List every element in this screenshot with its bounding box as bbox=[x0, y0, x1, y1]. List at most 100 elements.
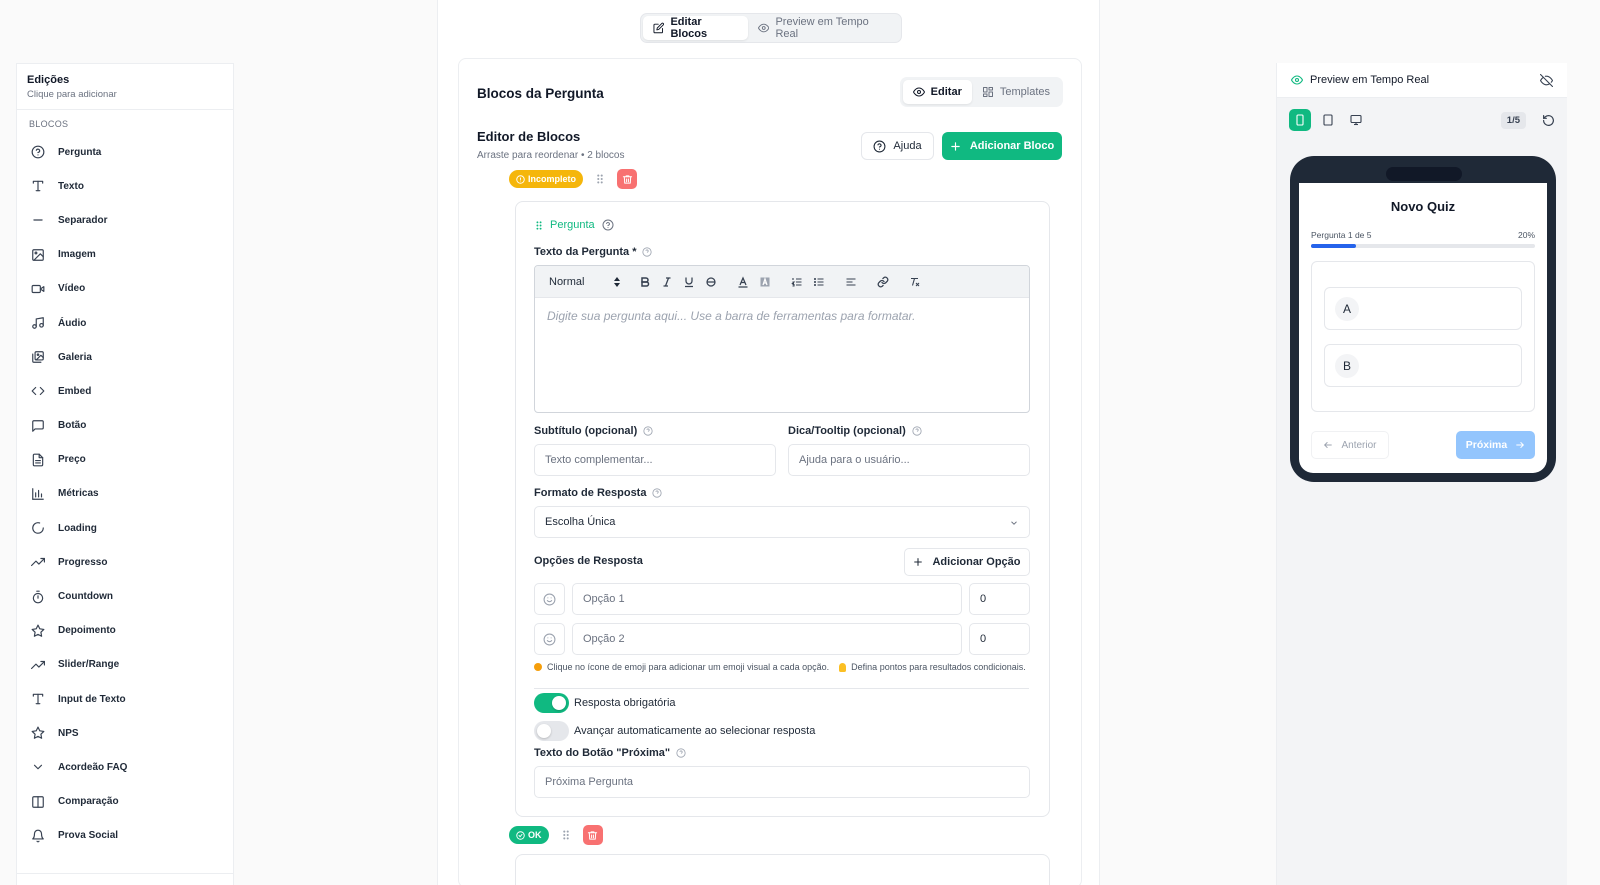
align-button[interactable] bbox=[841, 272, 861, 292]
sidebar-item-depoimento[interactable]: Depoimento bbox=[17, 614, 233, 648]
question-text-editor[interactable]: Digite sua pergunta aqui... Use a barra … bbox=[535, 298, 1029, 334]
option-text-input[interactable]: Opção 2 bbox=[572, 623, 962, 655]
help-circle-icon[interactable] bbox=[602, 219, 614, 231]
sidebar-item-pergunta[interactable]: Pergunta bbox=[17, 135, 233, 169]
subtitle-input[interactable]: Texto complementar... bbox=[534, 444, 776, 476]
link-button[interactable] bbox=[873, 272, 893, 292]
tablet-view-button[interactable] bbox=[1317, 109, 1339, 131]
option-points-input[interactable]: 0 bbox=[969, 583, 1030, 615]
next-button[interactable]: Próxima bbox=[1456, 431, 1535, 459]
sidebar-item-embed[interactable]: Embed bbox=[17, 374, 233, 408]
ordered-list-button[interactable] bbox=[787, 272, 807, 292]
next-button-text-input[interactable]: Próxima Pergunta bbox=[534, 766, 1030, 798]
tab-live-preview[interactable]: Preview em Tempo Real bbox=[748, 16, 899, 40]
sidebar-item-botão[interactable]: Botão bbox=[17, 409, 233, 443]
sidebar-block-list: Pergunta Texto Separador Imagem Vídeo Áudio Ga… bbox=[17, 135, 233, 853]
help-button[interactable]: Ajuda bbox=[861, 132, 934, 160]
eye-icon bbox=[1291, 75, 1303, 85]
bold-button[interactable] bbox=[635, 272, 655, 292]
help-circle-icon bbox=[873, 140, 886, 152]
sidebar-item-input-de-texto[interactable]: Input de Texto bbox=[17, 682, 233, 716]
sidebar-item-countdown[interactable]: Countdown bbox=[17, 579, 233, 613]
mobile-view-button[interactable] bbox=[1289, 109, 1311, 131]
previous-button[interactable]: Anterior bbox=[1311, 431, 1389, 459]
answer-option[interactable]: A bbox=[1324, 287, 1522, 330]
sidebar-item-comparação[interactable]: Comparação bbox=[17, 785, 233, 819]
status-badge-label: OK bbox=[528, 830, 542, 840]
question-blocks-panel: Blocos da Pergunta Editar Templates Edit… bbox=[458, 58, 1082, 885]
clear-format-icon bbox=[911, 277, 920, 286]
tab-edit[interactable]: Editar bbox=[902, 80, 972, 104]
sidebar-item-galeria[interactable]: Galeria bbox=[17, 340, 233, 374]
sidebar-item-acordeão-faq[interactable]: Acordeão FAQ bbox=[17, 750, 233, 784]
add-block-button[interactable]: Adicionar Bloco bbox=[942, 132, 1062, 160]
format-select[interactable]: Normal bbox=[549, 276, 621, 288]
trending-up-icon bbox=[31, 660, 45, 669]
required-toggle[interactable] bbox=[534, 693, 569, 713]
eye-off-icon[interactable] bbox=[1540, 73, 1553, 87]
option-letter: B bbox=[1335, 353, 1359, 378]
sidebar-item-vídeo[interactable]: Vídeo bbox=[17, 272, 233, 306]
sidebar-item-slider-range[interactable]: Slider/Range bbox=[17, 648, 233, 682]
sidebar-item-áudio[interactable]: Áudio bbox=[17, 306, 233, 340]
delete-block-button[interactable] bbox=[582, 825, 603, 845]
clear-format-button[interactable] bbox=[905, 272, 925, 292]
tooltip-input[interactable]: Ajuda para o usuário... bbox=[788, 444, 1030, 476]
sidebar-item-métricas[interactable]: Métricas bbox=[17, 477, 233, 511]
preview-header: Preview em Tempo Real bbox=[1277, 63, 1567, 98]
italic-button[interactable] bbox=[657, 272, 677, 292]
add-option-button[interactable]: Adicionar Opção bbox=[904, 548, 1030, 576]
sidebar-item-loading[interactable]: Loading bbox=[17, 511, 233, 545]
tab-edit-blocks[interactable]: Editar Blocos bbox=[643, 16, 748, 40]
eye-icon bbox=[758, 23, 770, 33]
sidebar-next-section bbox=[17, 873, 233, 885]
desktop-view-button[interactable] bbox=[1345, 109, 1367, 131]
mode-toggle: Editar Blocos Preview em Tempo Real bbox=[640, 13, 902, 43]
auto-advance-toggle[interactable] bbox=[534, 721, 569, 741]
sidebar-item-label: Galeria bbox=[58, 351, 92, 363]
help-circle-icon[interactable] bbox=[912, 426, 922, 436]
option-text-input[interactable]: Opção 1 bbox=[572, 583, 962, 615]
sidebar-item-texto[interactable]: Texto bbox=[17, 169, 233, 203]
drag-handle[interactable] bbox=[591, 170, 609, 188]
answer-option[interactable]: B bbox=[1324, 344, 1522, 387]
help-circle-icon[interactable] bbox=[676, 748, 686, 758]
text-color-button[interactable] bbox=[733, 272, 753, 292]
tab-templates[interactable]: Templates bbox=[972, 80, 1060, 104]
refresh-icon[interactable] bbox=[1542, 114, 1555, 127]
bullet-list-button[interactable] bbox=[809, 272, 829, 292]
sidebar-item-nps[interactable]: NPS bbox=[17, 716, 233, 750]
sidebar-item-label: Pergunta bbox=[58, 146, 102, 158]
sidebar-item-preço[interactable]: Preço bbox=[17, 443, 233, 477]
bg-color-button[interactable] bbox=[755, 272, 775, 292]
sidebar-subtitle: Clique para adicionar bbox=[27, 89, 117, 100]
emoji-picker-button[interactable] bbox=[534, 583, 565, 615]
sidebar-item-prova-social[interactable]: Prova Social bbox=[17, 819, 233, 853]
grip-icon bbox=[536, 220, 542, 230]
help-circle-icon[interactable] bbox=[642, 247, 653, 257]
status-badge-label: Incompleto bbox=[528, 174, 577, 184]
layout-icon bbox=[982, 87, 993, 97]
answer-format-select[interactable]: Escolha Única bbox=[534, 506, 1030, 538]
preview-title: Preview em Tempo Real bbox=[1310, 74, 1430, 86]
delete-block-button[interactable] bbox=[617, 169, 638, 189]
next-button-text-label: Texto do Botão "Próxima" bbox=[534, 747, 686, 759]
help-circle-icon[interactable] bbox=[643, 426, 653, 436]
bold-icon bbox=[641, 276, 650, 287]
sidebar-item-separador[interactable]: Separador bbox=[17, 203, 233, 237]
sidebar-item-label: Áudio bbox=[58, 317, 87, 329]
option-points-input[interactable]: 0 bbox=[969, 623, 1030, 655]
block-type-label: Pergunta bbox=[550, 219, 595, 231]
option-letter: A bbox=[1335, 296, 1359, 321]
drag-handle[interactable] bbox=[557, 826, 575, 844]
emoji-picker-button[interactable] bbox=[534, 623, 565, 655]
question-text-label: Texto da Pergunta * bbox=[534, 246, 653, 258]
sidebar-item-imagem[interactable]: Imagem bbox=[17, 238, 233, 272]
help-circle-icon[interactable] bbox=[652, 488, 663, 498]
list-ordered-icon bbox=[791, 277, 802, 287]
underline-button[interactable] bbox=[679, 272, 699, 292]
answer-format-label: Formato de Resposta bbox=[534, 487, 663, 499]
strike-button[interactable] bbox=[701, 272, 721, 292]
sidebar-item-progresso[interactable]: Progresso bbox=[17, 545, 233, 579]
question-text-label-text: Texto da Pergunta * bbox=[534, 246, 637, 258]
